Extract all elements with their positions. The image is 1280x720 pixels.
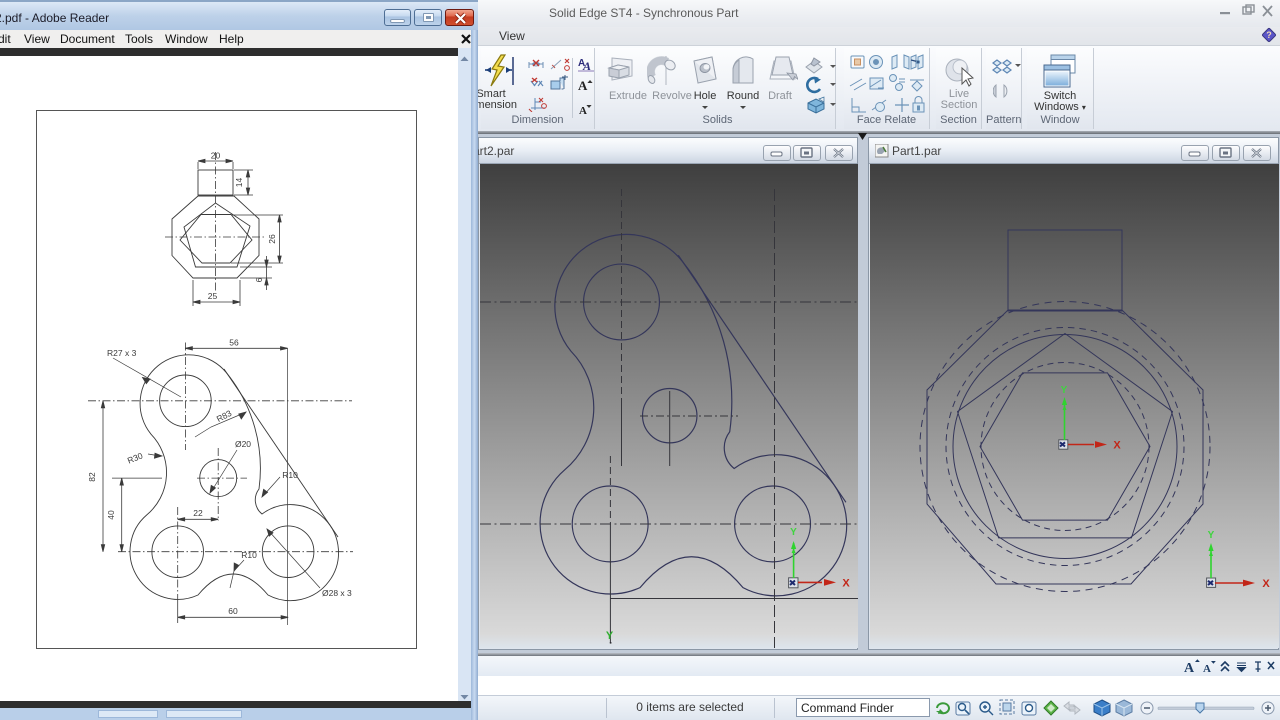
svg-text:X: X [842,578,850,590]
svg-text:20: 20 [211,151,221,161]
svg-text:40: 40 [106,510,116,520]
svg-text:A: A [578,78,588,93]
svg-text:Ø28 x 3: Ø28 x 3 [322,588,352,598]
svg-text:82: 82 [87,472,97,482]
svg-text:A: A [1203,663,1211,674]
svg-text:R10: R10 [241,550,257,560]
svg-text:25: 25 [208,291,218,301]
svg-text:26: 26 [267,234,277,244]
svg-text:Y: Y [1061,385,1068,396]
svg-text:22: 22 [193,508,203,518]
svg-text:R27 x 3: R27 x 3 [107,348,137,358]
svg-text:?: ? [1266,30,1272,40]
svg-text:Y: Y [606,630,614,642]
svg-text:6: 6 [254,277,264,282]
svg-text:X: X [1262,578,1270,590]
svg-text:A: A [1184,661,1195,674]
svg-text:14: 14 [234,178,244,188]
svg-text:Ø20: Ø20 [235,439,251,449]
svg-text:Y: Y [790,527,797,538]
svg-text:R10: R10 [282,470,298,480]
svg-text:60: 60 [228,606,238,616]
svg-text:X: X [1113,440,1121,452]
svg-text:56: 56 [229,338,239,348]
svg-text:Y: Y [1208,530,1215,541]
